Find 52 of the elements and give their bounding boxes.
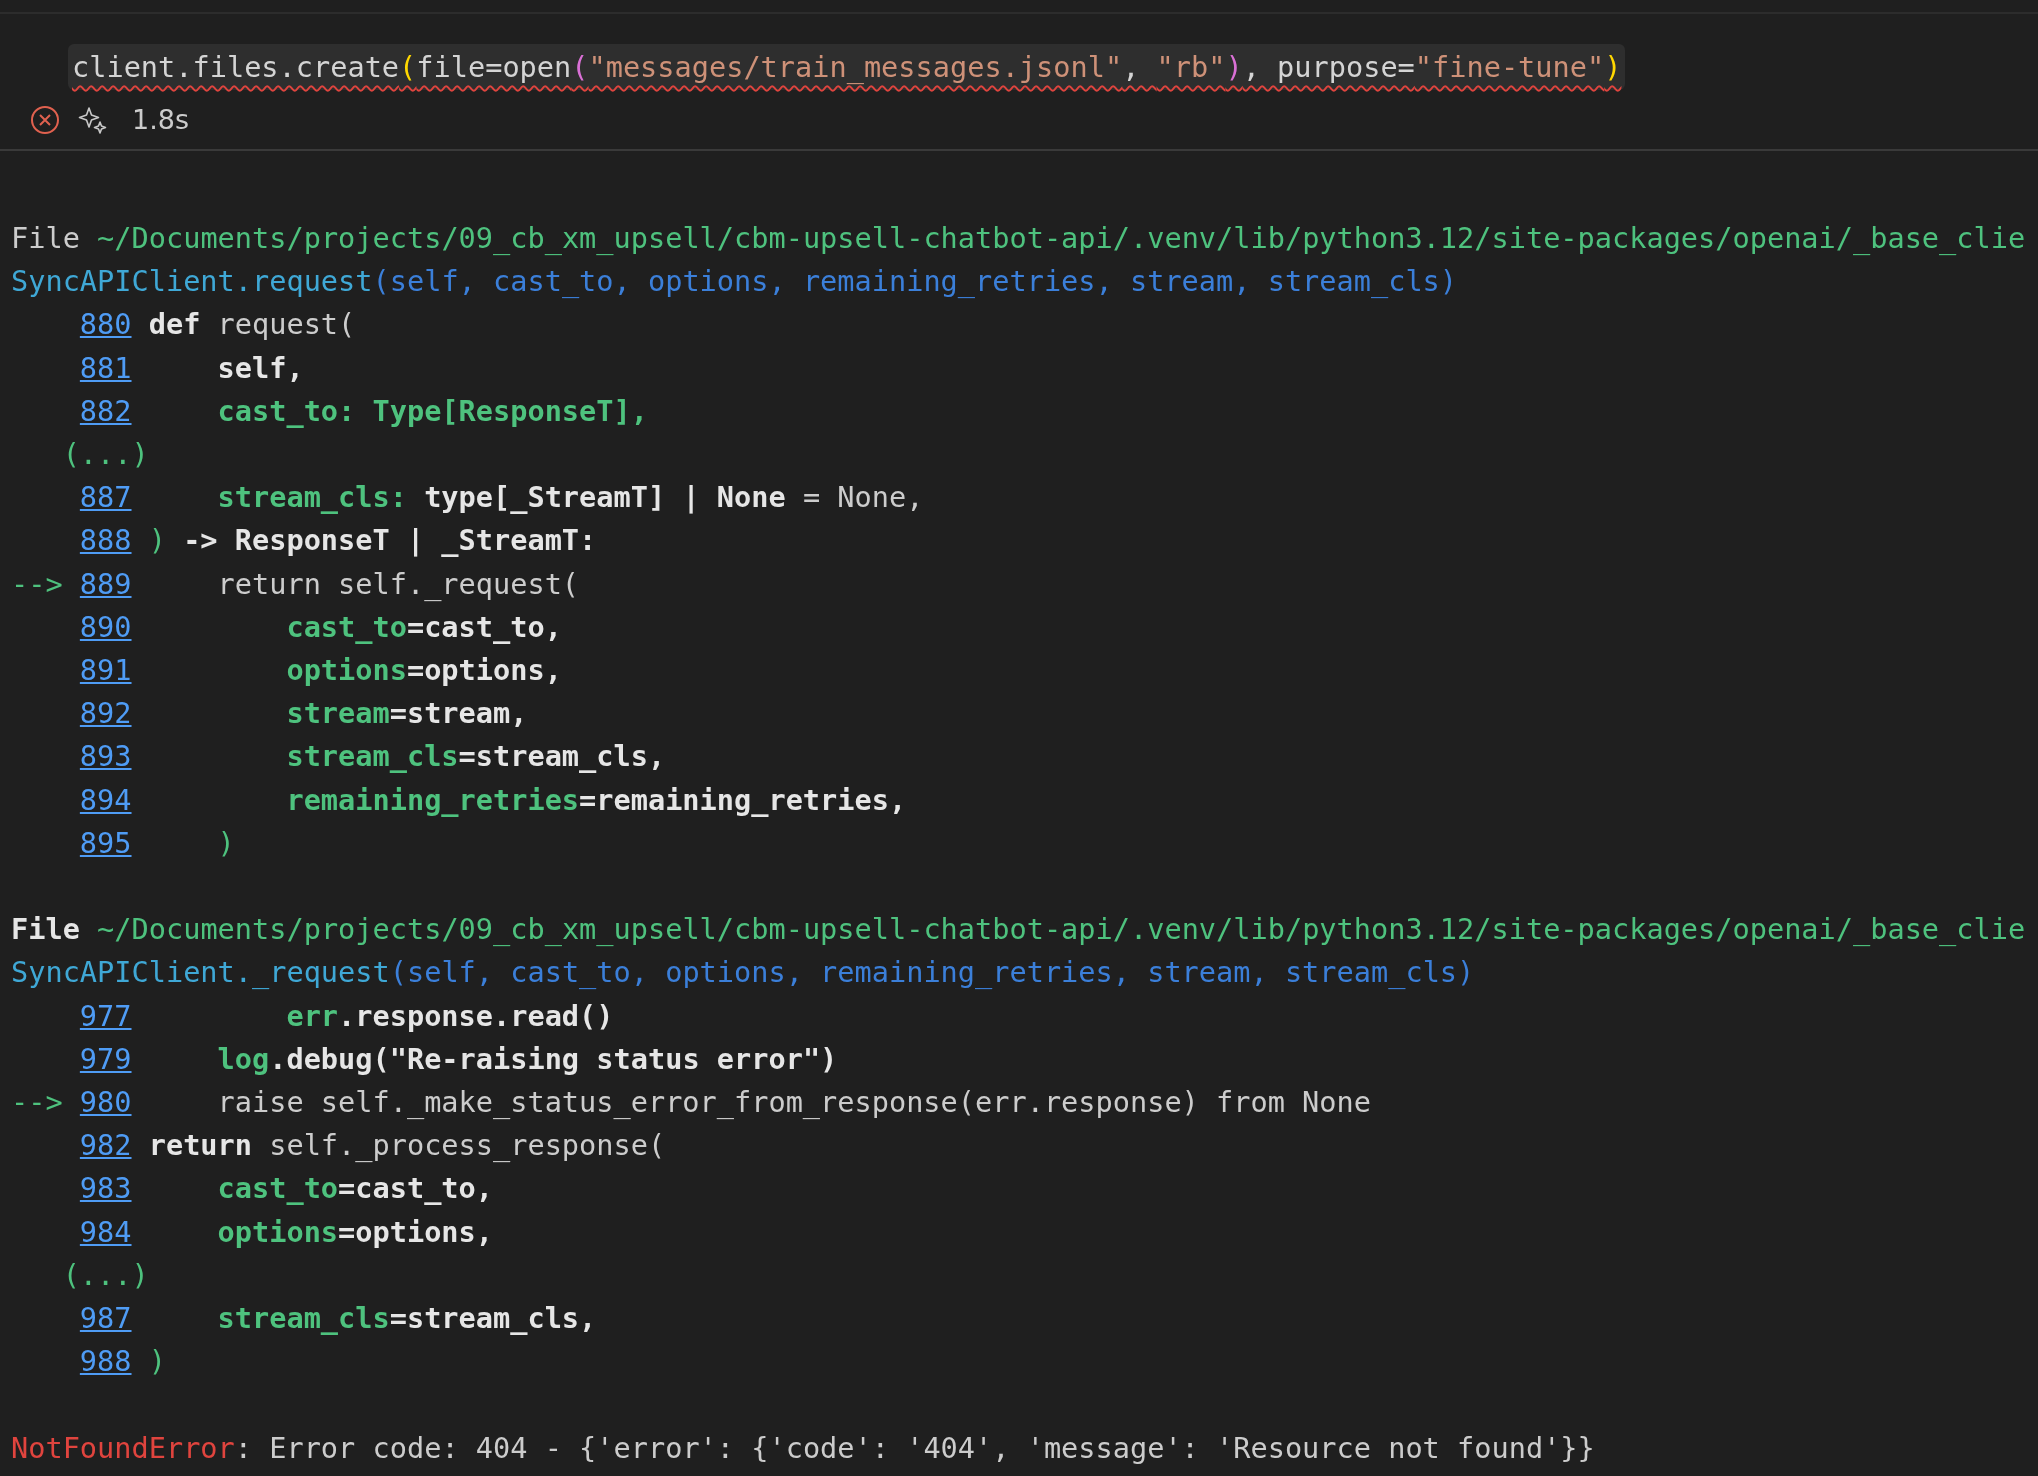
code-line: def request( (148, 306, 356, 344)
traceback-file-path: File ~/Documents/projects/09_cb_xm_upsell/cbm-upsell-chatbot-api/.venv/lib/python3.12/site-packages/openai/_base_clie (11, 220, 2027, 257)
code-line: stream_cls=stream_cls, (285, 738, 666, 776)
line-number-link[interactable]: 892 (79, 692, 132, 736)
code-line: ) (216, 824, 235, 862)
line-number-link[interactable]: 987 (79, 1297, 132, 1341)
code-line: self, (216, 349, 304, 387)
code-line: return self._process_response( (148, 1127, 666, 1165)
line-number-link[interactable]: 882 (79, 389, 132, 433)
line-number-link[interactable]: 890 (79, 605, 132, 650)
code-line: raise self._make_status_error_from_response(err.response) from None (216, 1084, 1371, 1122)
code-line: stream_cls=stream_cls, (216, 1300, 597, 1338)
sparkle-icon[interactable] (78, 104, 108, 135)
line-number-link[interactable]: 979 (79, 1037, 132, 1082)
line-number-link[interactable]: 983 (79, 1167, 132, 1211)
line-number-link[interactable]: 887 (79, 476, 132, 520)
line-number-link[interactable]: 977 (79, 994, 132, 1038)
code-line: cast_to=cast_to, (216, 1170, 493, 1208)
code-input[interactable]: client.files.create(file=open("messages/train_messages.jsonl", "rb"), purpose="fine-tune") (68, 44, 1626, 90)
function-signature: SyncAPIClient._request(self, cast_to, options, remaining_retries, stream, stream_cls) (11, 954, 1476, 992)
line-number-link[interactable]: 984 (79, 1210, 132, 1254)
code-line: return self._request( (216, 565, 580, 603)
line-number-link[interactable]: 891 (79, 649, 132, 693)
line-number-link[interactable]: 980 (79, 1081, 132, 1125)
error-message: NotFoundError: Error code: 404 - {'error': {'code': '404', 'message': 'Resource not found'}} (11, 1429, 1596, 1467)
code-line: err.response.read() (285, 997, 614, 1035)
code-line: log.debug("Re-raising status error") (216, 1040, 838, 1078)
function-signature: SyncAPIClient.request(self, cast_to, options, remaining_retries, stream, stream_cls) (11, 263, 1459, 301)
line-number-link[interactable]: 982 (79, 1124, 132, 1168)
omitted-lines: (...) (62, 1256, 149, 1294)
code-line: options=options, (285, 652, 562, 690)
code-line: cast_to=cast_to, (285, 608, 562, 646)
line-number-link[interactable]: 889 (79, 562, 132, 606)
line-number-link[interactable]: 880 (79, 303, 132, 347)
line-number-link[interactable]: 881 (79, 346, 132, 390)
line-number-link[interactable]: 888 (79, 519, 132, 563)
line-number-link[interactable]: 894 (79, 778, 132, 822)
line-number-link[interactable]: 988 (79, 1340, 132, 1384)
current-line-marker: --> (11, 565, 64, 603)
code-line: ) (148, 1343, 166, 1381)
current-line-marker: --> (11, 1084, 64, 1122)
line-number-link[interactable]: 893 (79, 735, 132, 779)
code-line: cast_to: Type[ResponseT], (216, 392, 648, 430)
code-line: ) -> ResponseT | _StreamT: (148, 522, 597, 560)
code-line: options=options, (216, 1213, 493, 1251)
code-line: remaining_retries=remaining_retries, (285, 781, 907, 819)
execution-time: 1.8s (132, 104, 189, 135)
traceback-file-path: File ~/Documents/projects/09_cb_xm_upsell/cbm-upsell-chatbot-api/.venv/lib/python3.12/site-packages/openai/_base_clie (11, 911, 2027, 949)
code-line: stream=stream, (285, 695, 528, 733)
omitted-lines: (...) (62, 436, 149, 473)
line-number-link[interactable]: 895 (79, 821, 132, 866)
code-line: stream_cls: type[_StreamT] | None = None, (216, 479, 924, 517)
